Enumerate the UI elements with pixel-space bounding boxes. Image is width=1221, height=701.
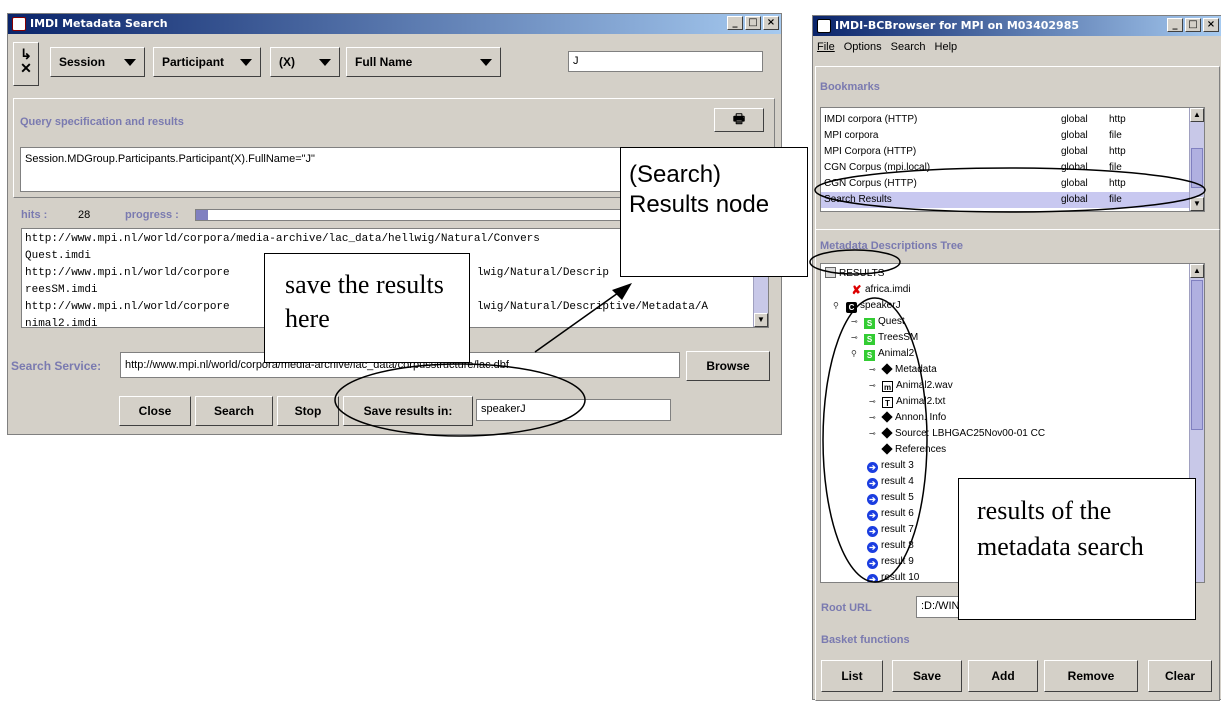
annotation-search-results: results of the metadata search	[958, 478, 1196, 620]
save-ellipse	[334, 363, 586, 437]
save-arrow	[534, 287, 626, 353]
arrowhead	[612, 283, 632, 300]
annotation-results-node: (Search) Results node	[620, 147, 808, 277]
results-node-ellipse	[809, 249, 901, 275]
bookmark-ellipse	[814, 167, 1206, 213]
results-tree-ellipse	[822, 297, 928, 583]
annotation-save-here: save the results here	[264, 253, 470, 363]
